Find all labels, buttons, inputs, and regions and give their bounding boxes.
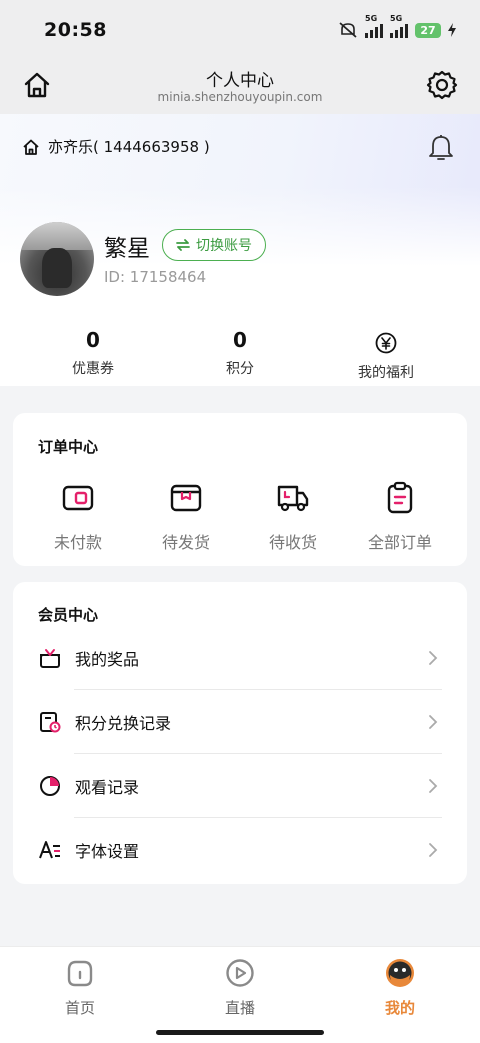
page-url: minia.shenzhouyoupin.com (157, 90, 323, 104)
tab-label: 首页 (64, 999, 95, 1017)
switch-account-label: 切换账号 (196, 238, 252, 254)
user-id: ID: 17158464 (104, 268, 207, 286)
status-icons: 5G 5G 27 (338, 14, 456, 38)
package-icon (170, 484, 202, 512)
tab-bar: 首页 直播 我的 (0, 946, 480, 1043)
switch-account-button[interactable]: 切换账号 (162, 229, 266, 261)
stat-label: 优惠券 (72, 361, 114, 377)
font-icon (39, 841, 60, 859)
clipboard-icon (387, 481, 413, 514)
member-item-label: 积分兑换记录 (75, 714, 172, 733)
nav-header: 个人中心 minia.shenzhouyoupin.com (0, 60, 480, 114)
stat-value: 0 (86, 328, 100, 352)
stat-label: 积分 (226, 361, 254, 377)
bell-icon[interactable] (428, 134, 454, 162)
order-label: 未付款 (53, 533, 102, 552)
chevron-right-icon (429, 651, 438, 665)
avatar[interactable] (20, 222, 94, 296)
member-center-title: 会员中心 (38, 606, 99, 624)
stat-label: 我的福利 (358, 365, 414, 381)
pie-chart-icon (40, 776, 60, 796)
battery-level: 27 (415, 22, 441, 38)
member-item-label: 字体设置 (75, 842, 140, 861)
play-tab-icon (226, 959, 254, 987)
tab-home[interactable]: 首页 (40, 957, 120, 1018)
order-to-ship[interactable]: 待发货 (136, 481, 236, 553)
member-item-label: 我的奖品 (75, 650, 140, 669)
home-tab-icon (67, 960, 93, 987)
gift-icon (40, 649, 60, 668)
network-type-2: 5G (390, 14, 403, 23)
mute-icon (339, 22, 357, 38)
exchange-record-icon (40, 712, 61, 733)
order-label: 待收货 (268, 533, 317, 552)
member-item-label: 观看记录 (75, 778, 140, 797)
gear-icon[interactable] (426, 69, 458, 101)
tab-label: 我的 (384, 999, 415, 1017)
status-bar: 20:58 5G 5G 27 (0, 0, 480, 60)
member-item-prizes[interactable]: 我的奖品 (38, 626, 442, 690)
house-icon (23, 139, 39, 155)
chevron-right-icon (429, 843, 438, 857)
status-time: 20:58 (44, 19, 107, 41)
order-to-receive[interactable]: 待收货 (243, 481, 343, 553)
order-all[interactable]: 全部订单 (350, 481, 450, 553)
tab-mine[interactable]: 我的 (360, 957, 440, 1018)
signal-icon-2: 5G (390, 14, 408, 38)
profile-tab-icon (386, 959, 414, 987)
stat-benefits[interactable]: 我的福利 (326, 328, 446, 382)
order-center-card: 订单中心 未付款 待发货 待收货 全部订单 (13, 413, 467, 566)
member-item-font-settings[interactable]: 字体设置 (38, 818, 442, 882)
swap-icon (176, 239, 190, 251)
order-unpaid[interactable]: 未付款 (28, 481, 128, 553)
member-item-watch-history[interactable]: 观看记录 (38, 754, 442, 818)
user-name: 繁星 (104, 236, 150, 262)
order-label: 全部订单 (367, 533, 432, 552)
tab-label: 直播 (224, 999, 255, 1017)
account-selector[interactable]: 亦齐乐( 1444663958 ) (22, 136, 210, 157)
chevron-right-icon (429, 715, 438, 729)
yen-icon (375, 332, 397, 354)
stat-points[interactable]: 0 积分 (180, 328, 300, 378)
member-center-card: 会员中心 我的奖品 积分兑换记录 观看记录 字体设置 (13, 582, 467, 884)
member-item-points-record[interactable]: 积分兑换记录 (38, 690, 442, 754)
account-label: 亦齐乐( 1444663958 ) (48, 138, 210, 156)
page-title: 个人中心 (206, 71, 274, 91)
charging-icon (448, 23, 456, 37)
wallet-icon (62, 485, 94, 511)
signal-icon: 5G (365, 14, 383, 38)
stat-value: 0 (233, 328, 247, 352)
stat-coupons[interactable]: 0 优惠券 (33, 328, 153, 378)
order-label: 待发货 (161, 533, 210, 552)
tab-live[interactable]: 直播 (200, 957, 280, 1018)
network-type-1: 5G (365, 14, 378, 23)
home-indicator (156, 1030, 324, 1035)
truck-icon (277, 485, 309, 512)
order-center-title: 订单中心 (38, 438, 99, 456)
chevron-right-icon (429, 779, 438, 793)
